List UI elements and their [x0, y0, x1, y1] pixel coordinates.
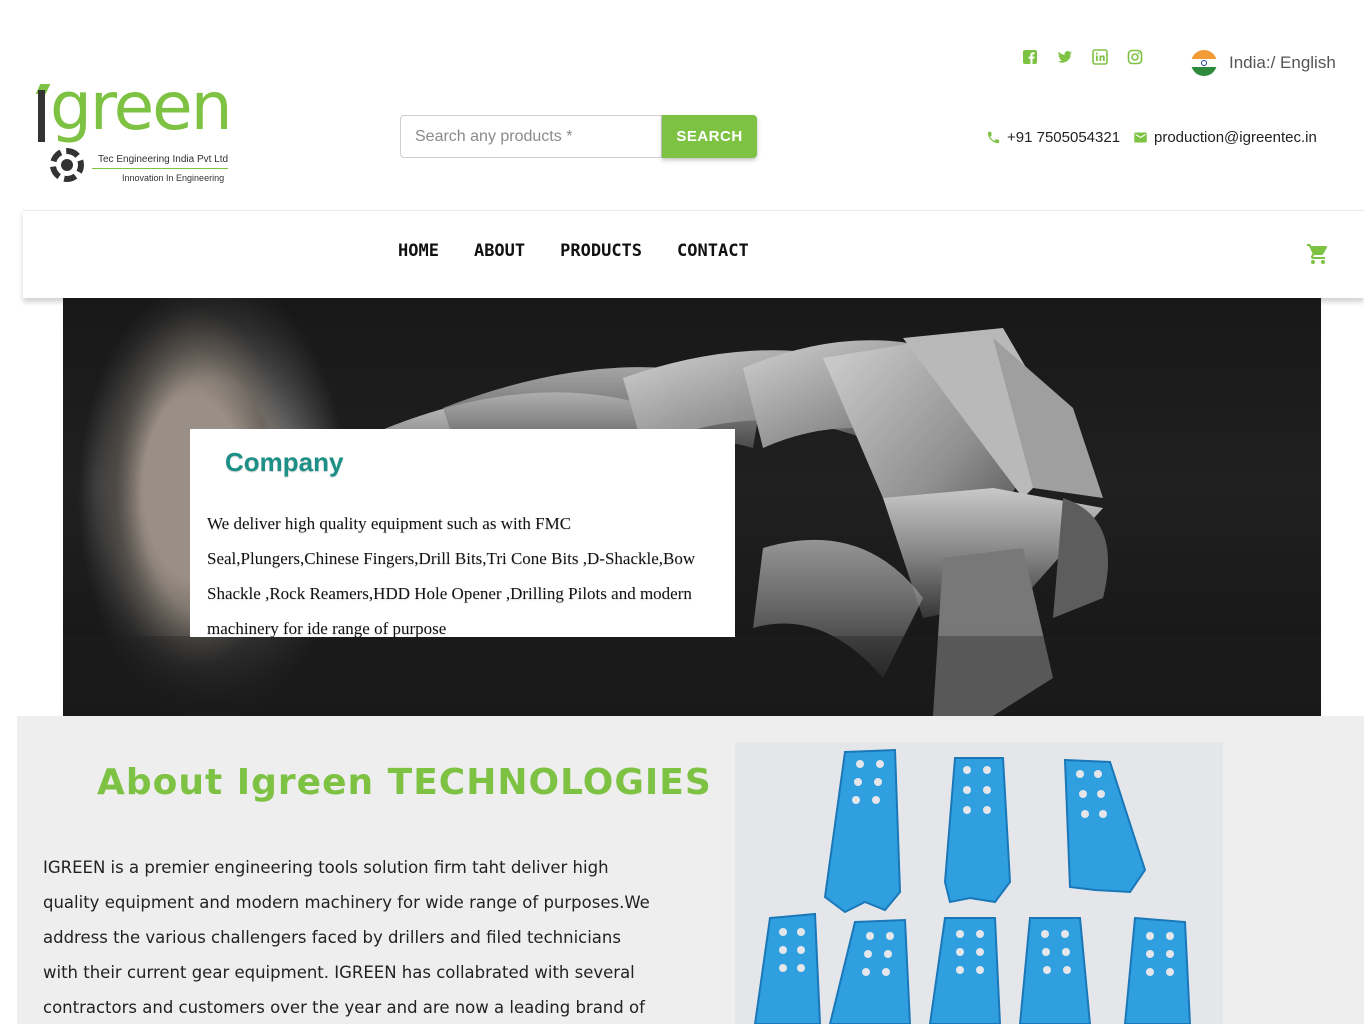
email-address: production@igreentec.in: [1154, 129, 1317, 146]
company-intro-card: Company We deliver high quality equipmen…: [190, 429, 735, 638]
nav-item-products[interactable]: PRODUCTS: [560, 241, 642, 261]
about-title: About Igreen TECHNOLOGIES: [97, 762, 712, 803]
phone-icon: [987, 131, 1000, 144]
nav-item-home[interactable]: HOME: [398, 241, 439, 261]
social-links: [1022, 49, 1143, 65]
phone-number: +91 7505054321: [1007, 129, 1121, 146]
search-button[interactable]: SEARCH: [662, 115, 757, 158]
india-flag-icon: [1191, 50, 1217, 76]
about-text: IGREEN is a premier engineering tools so…: [43, 858, 650, 1017]
cart-icon[interactable]: [1306, 242, 1330, 266]
language-label: India:/ English: [1229, 53, 1336, 72]
logo-divider: [92, 168, 228, 169]
phone-contact[interactable]: +91 7505054321: [986, 129, 1120, 146]
email-contact[interactable]: production@igreentec.in: [1133, 129, 1317, 146]
search-input[interactable]: [400, 115, 662, 158]
nav-menu: HOME ABOUT PRODUCTS CONTACT: [398, 241, 749, 261]
twitter-icon[interactable]: [1057, 49, 1073, 65]
logo-letter-i: [38, 90, 45, 142]
logo-gear-core: [61, 159, 73, 171]
search-bar: SEARCH: [400, 115, 757, 158]
logo-tagline-motto: Innovation In Engineering: [122, 173, 225, 183]
nav-item-about[interactable]: ABOUT: [474, 241, 525, 261]
main-navbar: HOME ABOUT PRODUCTS CONTACT: [23, 210, 1364, 298]
nav-item-contact[interactable]: CONTACT: [677, 241, 749, 261]
language-selector[interactable]: India:/ English: [1191, 50, 1336, 76]
logo-wordmark: green: [50, 68, 233, 145]
mail-icon: [1134, 132, 1147, 143]
company-logo[interactable]: green Tec Engineering India Pvt Ltd Inno…: [35, 74, 233, 188]
company-card-title: Company: [225, 447, 344, 477]
about-section: About Igreen TECHNOLOGIES IGREEN is a pr…: [17, 716, 1364, 1024]
company-card-text: We deliver high quality equipment such a…: [207, 514, 696, 638]
facebook-icon[interactable]: [1022, 49, 1038, 65]
instagram-icon[interactable]: [1127, 49, 1143, 65]
drill-teeth-illustration: [753, 748, 1192, 1024]
linkedin-icon[interactable]: [1092, 49, 1108, 65]
drill-teeth-image: [735, 742, 1223, 1024]
logo-tagline-company: Tec Engineering India Pvt Ltd: [98, 154, 229, 165]
